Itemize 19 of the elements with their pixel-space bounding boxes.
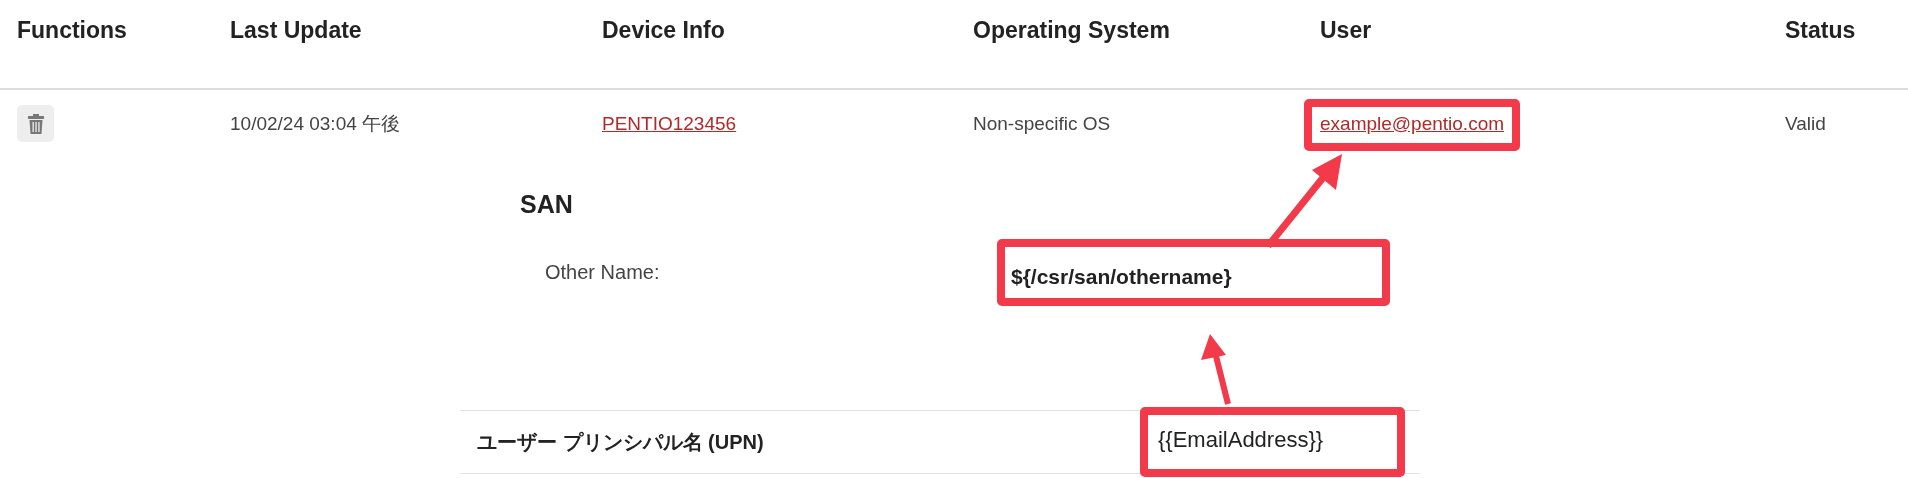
device-link[interactable]: PENTIO123456 (602, 113, 737, 134)
section-title: SAN (520, 190, 574, 219)
trash-icon (27, 113, 44, 134)
column-header: Last Update (230, 17, 363, 44)
attribute-label: ユーザー プリンシパル名 (UPN) (477, 429, 765, 455)
table-cell-text: 10/02/24 03:04 午後 (230, 112, 402, 135)
column-header: Functions (17, 17, 128, 44)
column-header: User (1320, 17, 1373, 44)
column-header: Operating System (973, 17, 1171, 44)
field-value: ${/csr/san/othername} (1011, 265, 1232, 288)
attribute-value: {{EmailAddress}} (1158, 427, 1324, 452)
column-header: Status (1785, 17, 1857, 44)
field-label: Other Name: (545, 261, 661, 284)
arrow (1201, 334, 1231, 405)
user-link[interactable]: example@pentio.com (1320, 113, 1505, 134)
column-header: Device Info (602, 17, 726, 44)
delete-button[interactable] (17, 105, 54, 142)
table-cell-text: Valid (1785, 112, 1827, 135)
table-cell-text: Non-specific OS (973, 112, 1112, 135)
